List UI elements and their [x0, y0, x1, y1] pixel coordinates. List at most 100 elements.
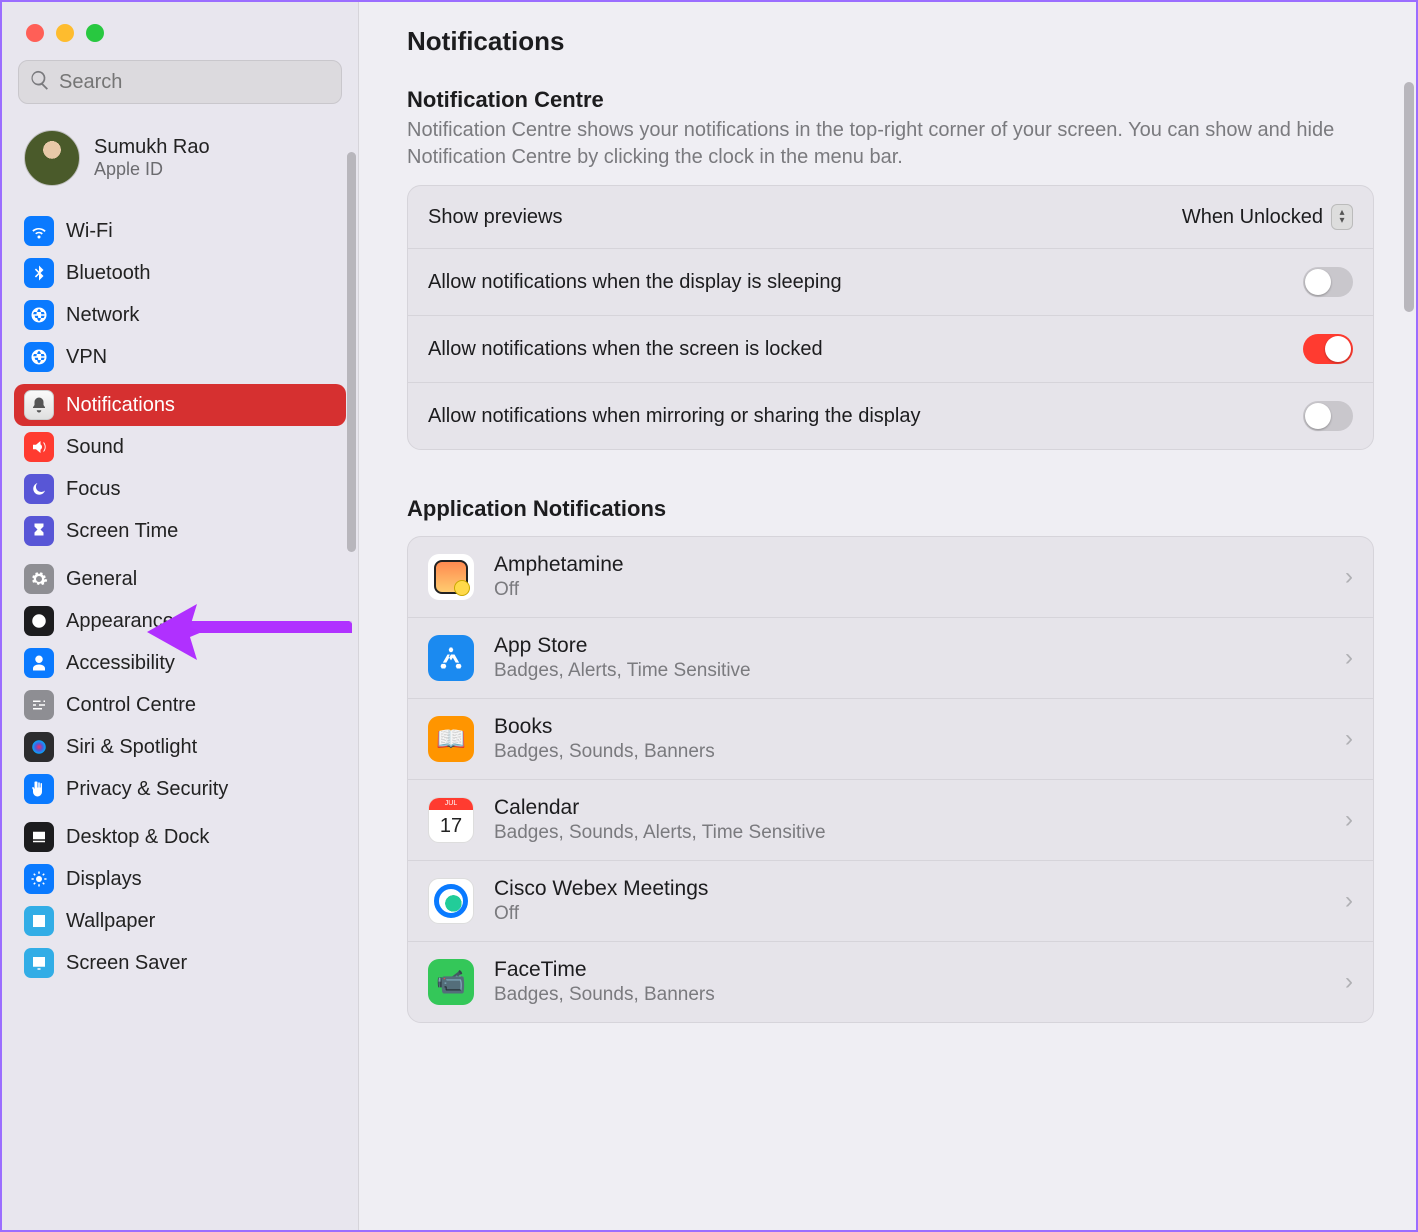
sidebar-item-displays[interactable]: Displays [14, 858, 346, 900]
sidebar-item-siri-spotlight[interactable]: Siri & Spotlight [14, 726, 346, 768]
sidebar-item-label: Screen Saver [66, 952, 187, 975]
wallpaper-icon [24, 906, 54, 936]
search-input[interactable] [59, 71, 331, 94]
sidebar-item-label: Wallpaper [66, 910, 155, 933]
profile-row[interactable]: Sumukh Rao Apple ID [14, 122, 346, 204]
gear-icon [24, 564, 54, 594]
main-content: Notifications Notification Centre Notifi… [358, 2, 1416, 1230]
bell-icon [24, 390, 54, 420]
app-sub: Badges, Sounds, Banners [494, 741, 1325, 763]
sidebar-item-label: Displays [66, 868, 142, 891]
sidebar-item-accessibility[interactable]: Accessibility [14, 642, 346, 684]
setting-label: Allow notifications when the screen is l… [428, 338, 823, 361]
app-row-amphetamine[interactable]: AmphetamineOff › [408, 537, 1373, 618]
chevron-right-icon: › [1345, 887, 1353, 915]
chevron-up-down-icon [1331, 204, 1353, 230]
sidebar-item-label: Wi-Fi [66, 220, 113, 243]
siri-icon [24, 732, 54, 762]
app-row-app-store[interactable]: App StoreBadges, Alerts, Time Sensitive › [408, 618, 1373, 699]
app-name: Amphetamine [494, 553, 1325, 577]
setting-select[interactable]: When Unlocked [1182, 204, 1353, 230]
sidebar-item-desktop-dock[interactable]: Desktop & Dock [14, 816, 346, 858]
sidebar-item-general[interactable]: General [14, 558, 346, 600]
chevron-right-icon: › [1345, 644, 1353, 672]
sidebar-item-privacy-security[interactable]: Privacy & Security [14, 768, 346, 810]
profile-name: Sumukh Rao [94, 136, 210, 159]
close-window-button[interactable] [26, 24, 44, 42]
sidebar-item-label: General [66, 568, 137, 591]
chevron-right-icon: › [1345, 725, 1353, 753]
sidebar-item-label: Screen Time [66, 520, 178, 543]
apps-panel: AmphetamineOff›App StoreBadges, Alerts, … [407, 536, 1374, 1023]
notif-centre-desc: Notification Centre shows your notificat… [407, 117, 1374, 171]
sidebar-item-label: Privacy & Security [66, 778, 228, 801]
setting-toggle[interactable] [1303, 334, 1353, 364]
setting-row: Allow notifications when the display is … [408, 249, 1373, 316]
sidebar-item-vpn[interactable]: VPN [14, 336, 346, 378]
app-icon [428, 554, 474, 600]
apps-section-title: Application Notifications [407, 496, 1374, 522]
sidebar-item-notifications[interactable]: Notifications [14, 384, 346, 426]
appearance-icon [24, 606, 54, 636]
sidebar-item-bluetooth[interactable]: Bluetooth [14, 252, 346, 294]
app-sub: Badges, Sounds, Banners [494, 984, 1325, 1006]
app-icon: 📖 [428, 716, 474, 762]
notif-centre-title: Notification Centre [407, 87, 1374, 113]
sidebar-item-label: Sound [66, 436, 124, 459]
sidebar-item-label: Accessibility [66, 652, 175, 675]
sidebar-item-network[interactable]: Network [14, 294, 346, 336]
sidebar-item-label: Focus [66, 478, 120, 501]
setting-row: Allow notifications when the screen is l… [408, 316, 1373, 383]
setting-label: Show previews [428, 206, 563, 229]
sun-icon [24, 864, 54, 894]
app-row-calendar[interactable]: JUL17CalendarBadges, Sounds, Alerts, Tim… [408, 780, 1373, 861]
speaker-icon [24, 432, 54, 462]
sidebar-item-control-centre[interactable]: Control Centre [14, 684, 346, 726]
screensaver-icon [24, 948, 54, 978]
setting-row: Show previews When Unlocked [408, 186, 1373, 249]
app-name: App Store [494, 634, 1325, 658]
search-icon [29, 69, 51, 96]
setting-toggle[interactable] [1303, 401, 1353, 431]
sidebar-item-screen-saver[interactable]: Screen Saver [14, 942, 346, 984]
app-name: Calendar [494, 796, 1325, 820]
app-sub: Off [494, 579, 1325, 601]
app-row-cisco-webex-meetings[interactable]: Cisco Webex MeetingsOff› [408, 861, 1373, 942]
sidebar-item-screen-time[interactable]: Screen Time [14, 510, 346, 552]
sidebar-item-focus[interactable]: Focus [14, 468, 346, 510]
sidebar-item-sound[interactable]: Sound [14, 426, 346, 468]
dock-icon [24, 822, 54, 852]
sidebar-item-wi-fi[interactable]: Wi-Fi [14, 210, 346, 252]
app-icon: JUL17 [428, 797, 474, 843]
chevron-right-icon: › [1345, 968, 1353, 996]
setting-label: Allow notifications when the display is … [428, 271, 842, 294]
app-icon: 📹 [428, 959, 474, 1005]
sidebar-item-appearance[interactable]: Appearance [14, 600, 346, 642]
search-field[interactable] [18, 60, 342, 104]
sidebar-item-label: Notifications [66, 394, 175, 417]
setting-toggle[interactable] [1303, 267, 1353, 297]
sidebar-scrollbar[interactable] [347, 152, 356, 552]
hand-icon [24, 774, 54, 804]
app-row-books[interactable]: 📖BooksBadges, Sounds, Banners› [408, 699, 1373, 780]
app-name: Cisco Webex Meetings [494, 877, 1325, 901]
app-sub: Badges, Alerts, Time Sensitive [494, 660, 1325, 682]
wifi-icon [24, 216, 54, 246]
globe-icon [24, 342, 54, 372]
minimize-window-button[interactable] [56, 24, 74, 42]
sidebar-item-label: Control Centre [66, 694, 196, 717]
sidebar-item-label: Network [66, 304, 139, 327]
chevron-right-icon: › [1345, 563, 1353, 591]
bluetooth-icon [24, 258, 54, 288]
app-row-facetime[interactable]: 📹FaceTimeBadges, Sounds, Banners› [408, 942, 1373, 1022]
main-scrollbar[interactable] [1404, 82, 1414, 312]
app-icon [428, 635, 474, 681]
profile-sub: Apple ID [94, 159, 210, 180]
sidebar-item-label: Bluetooth [66, 262, 151, 285]
globe-icon [24, 300, 54, 330]
sidebar-item-label: VPN [66, 346, 107, 369]
setting-label: Allow notifications when mirroring or sh… [428, 405, 920, 428]
fullscreen-window-button[interactable] [86, 24, 104, 42]
setting-select-value: When Unlocked [1182, 206, 1323, 229]
sidebar-item-wallpaper[interactable]: Wallpaper [14, 900, 346, 942]
